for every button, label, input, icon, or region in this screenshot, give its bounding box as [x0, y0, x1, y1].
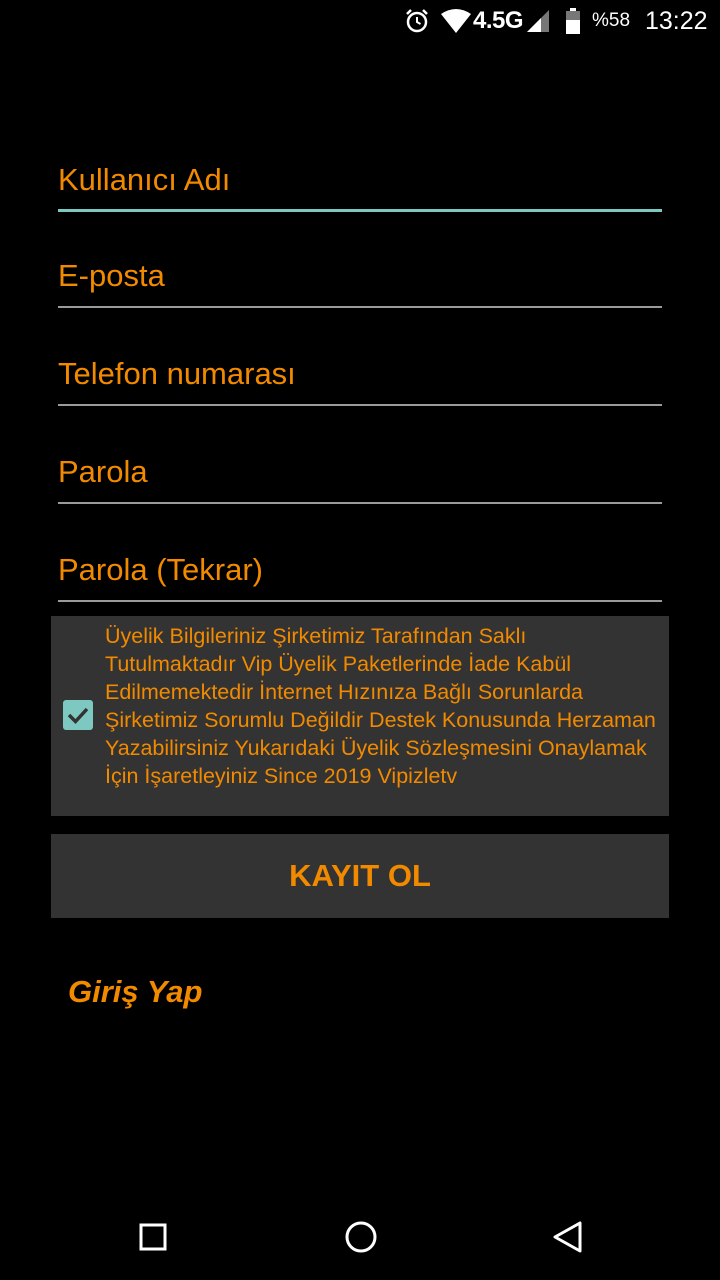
home-icon[interactable] [344, 1220, 378, 1261]
terms-text[interactable]: Üyelik Bilgileriniz Şirketimiz Tarafında… [105, 622, 660, 790]
back-icon[interactable] [550, 1220, 584, 1261]
username-input[interactable] [58, 152, 662, 208]
password-field-container [58, 444, 662, 504]
password-repeat-field-container [58, 542, 662, 602]
battery-percent: %58 [592, 10, 631, 31]
alarm-icon [404, 8, 430, 39]
email-underline [58, 306, 662, 308]
phone-field-container [58, 346, 662, 406]
username-underline [58, 209, 662, 212]
password-underline [58, 502, 662, 504]
terms-panel: Üyelik Bilgileriniz Şirketimiz Tarafında… [51, 616, 669, 816]
phone-input[interactable] [58, 346, 662, 402]
username-field-container [58, 152, 662, 212]
terms-checkbox[interactable] [63, 700, 93, 730]
email-field-container [58, 248, 662, 308]
register-button[interactable]: KAYIT OL [51, 834, 669, 918]
clock: 13:22 [645, 7, 708, 35]
email-input[interactable] [58, 248, 662, 304]
signal-icon [527, 10, 551, 37]
password-input[interactable] [58, 444, 662, 500]
password-repeat-input[interactable] [58, 542, 662, 598]
register-screen: 4.5G %58 13:22 Kullanıcı Adı E-posta Tel… [0, 0, 720, 1280]
recent-apps-icon[interactable] [138, 1220, 168, 1261]
password-repeat-underline [58, 600, 662, 602]
network-type: 4.5G [473, 7, 524, 34]
wifi-icon [440, 8, 472, 39]
status-bar: 4.5G %58 13:22 [0, 0, 720, 44]
checkmark-icon [67, 707, 89, 725]
navigation-bar [0, 1196, 720, 1280]
battery-icon [565, 8, 581, 39]
login-link[interactable]: Giriş Yap [68, 974, 202, 1010]
phone-underline [58, 404, 662, 406]
